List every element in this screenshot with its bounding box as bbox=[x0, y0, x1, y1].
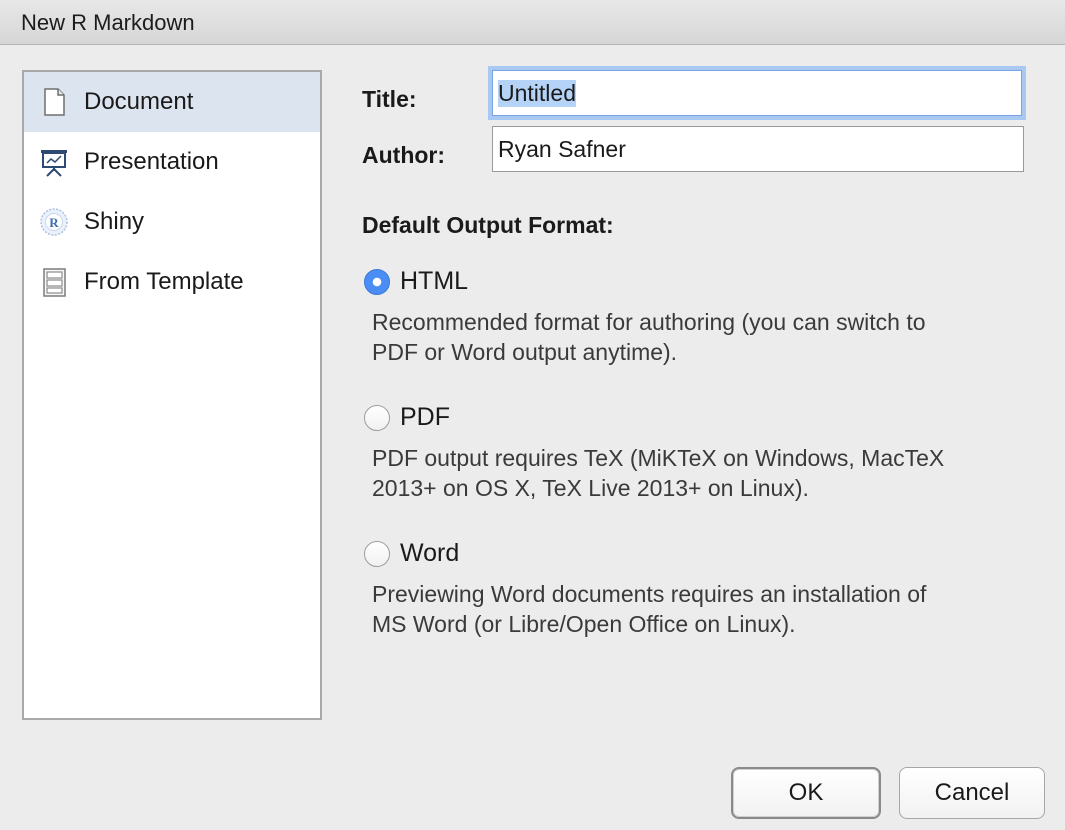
document-icon bbox=[44, 88, 65, 116]
svg-text:R: R bbox=[49, 215, 59, 230]
html-radio[interactable] bbox=[364, 269, 390, 295]
output-format-heading: Default Output Format: bbox=[362, 212, 614, 238]
sidebar-item-label: From Template bbox=[84, 268, 244, 295]
sidebar-item-label: Shiny bbox=[84, 208, 145, 235]
new-r-markdown-dialog: New R Markdown Document Presentation R S… bbox=[0, 0, 1065, 830]
presentation-icon bbox=[41, 150, 67, 177]
sidebar-item-shiny[interactable]: R Shiny bbox=[24, 192, 320, 252]
pdf-description-line-2: 2013+ on OS X, TeX Live 2013+ on Linux). bbox=[372, 475, 809, 501]
pdf-description: PDF output requires TeX (MiKTeX on Windo… bbox=[372, 443, 1052, 503]
word-radio[interactable] bbox=[364, 541, 390, 567]
html-description-line-2: PDF or Word output anytime). bbox=[372, 339, 678, 365]
ok-button[interactable]: OK bbox=[731, 767, 881, 819]
document-type-list: Document Presentation R Shiny From Templ… bbox=[22, 70, 322, 720]
word-description: Previewing Word documents requires an in… bbox=[372, 579, 1052, 639]
html-description: Recommended format for authoring (you ca… bbox=[372, 307, 1052, 367]
pdf-radio-label[interactable]: PDF bbox=[400, 403, 450, 432]
title-field[interactable]: Untitled bbox=[492, 70, 1022, 116]
author-field-value: Ryan Safner bbox=[498, 135, 626, 162]
sidebar-item-document[interactable]: Document bbox=[24, 72, 320, 132]
cancel-button[interactable]: Cancel bbox=[899, 767, 1045, 819]
template-icon bbox=[43, 268, 66, 297]
pdf-radio[interactable] bbox=[364, 405, 390, 431]
sidebar-item-presentation[interactable]: Presentation bbox=[24, 132, 320, 192]
title-bar[interactable]: New R Markdown bbox=[0, 0, 1065, 45]
pdf-description-line-1: PDF output requires TeX (MiKTeX on Windo… bbox=[372, 445, 945, 471]
title-field-value: Untitled bbox=[498, 79, 576, 107]
sidebar-item-label: Presentation bbox=[84, 148, 219, 175]
html-radio-label[interactable]: HTML bbox=[400, 267, 468, 296]
sidebar-item-label: Document bbox=[84, 88, 194, 115]
title-label: Title: bbox=[362, 86, 417, 112]
author-label: Author: bbox=[362, 142, 446, 168]
shiny-icon: R bbox=[40, 208, 68, 236]
sidebar-item-from-template[interactable]: From Template bbox=[24, 252, 320, 312]
html-description-line-1: Recommended format for authoring (you ca… bbox=[372, 309, 926, 335]
word-description-line-1: Previewing Word documents requires an in… bbox=[372, 581, 927, 607]
word-description-line-2: MS Word (or Libre/Open Office on Linux). bbox=[372, 611, 796, 637]
window-title: New R Markdown bbox=[21, 10, 195, 35]
word-radio-label[interactable]: Word bbox=[400, 539, 459, 568]
author-field[interactable]: Ryan Safner bbox=[492, 126, 1024, 172]
